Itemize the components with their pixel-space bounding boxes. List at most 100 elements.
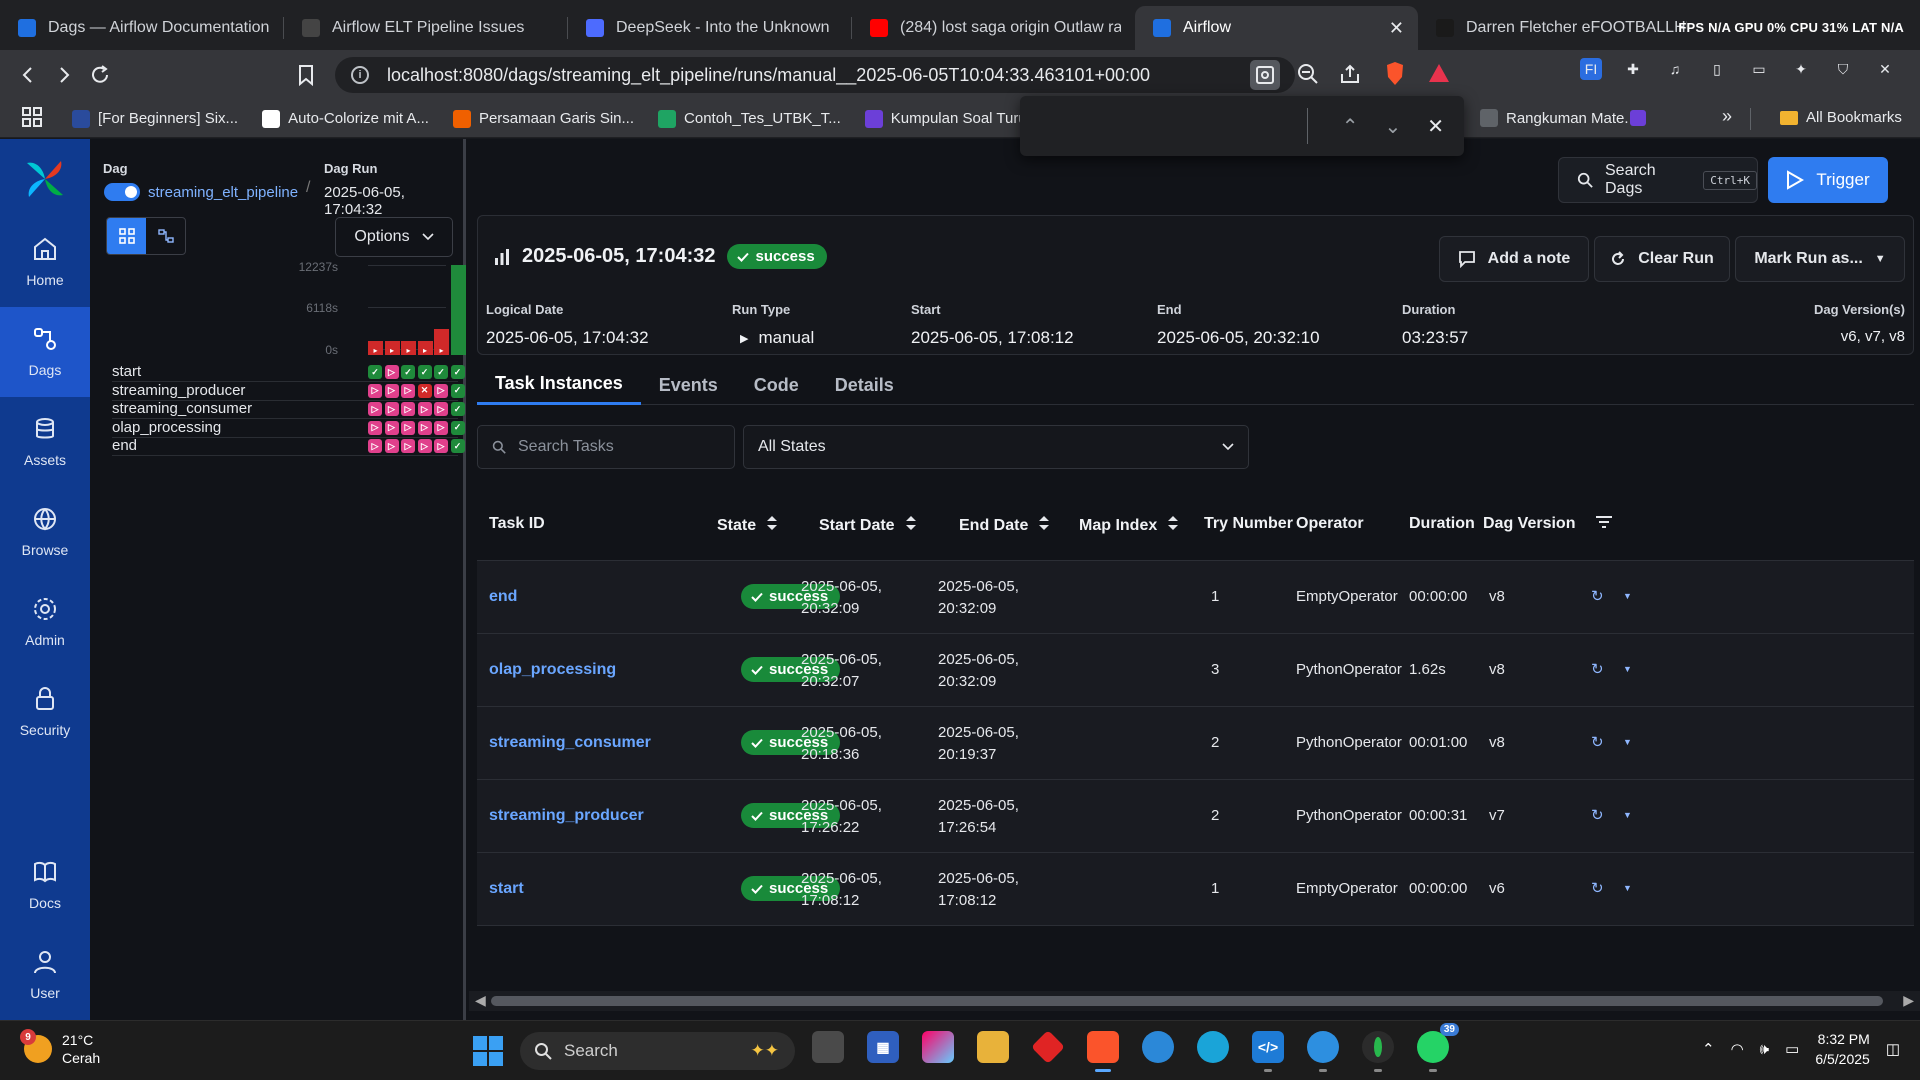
windows-start-icon[interactable] <box>472 1035 504 1072</box>
grid-task-label[interactable]: streaming_consumer <box>112 400 252 417</box>
sidebar-item-assets[interactable]: Assets <box>0 397 90 487</box>
store-icon[interactable]: ▦ <box>867 1031 899 1063</box>
menu-icon[interactable]: ☰ <box>1916 58 1920 80</box>
grid-task-label[interactable]: start <box>112 363 141 380</box>
trigger-button[interactable]: Trigger <box>1768 157 1888 203</box>
browser-tab[interactable]: (284) lost saga origin Outlaw ra <box>852 6 1135 50</box>
address-bar[interactable]: i localhost:8080/dags/streaming_elt_pipe… <box>335 57 1295 93</box>
find-close-icon[interactable]: ✕ <box>1427 114 1444 139</box>
task-instance-cell[interactable]: ✓ <box>450 383 465 398</box>
notifications-icon[interactable]: ◫ <box>1886 1040 1900 1058</box>
search-dags-button[interactable]: Search Dags Ctrl+K <box>1558 157 1758 203</box>
task-instance-cell[interactable]: ✓ <box>417 365 432 379</box>
sidebar-icon[interactable]: ▯ <box>1706 58 1728 80</box>
bookmark-item[interactable]: [For Beginners] Six... <box>72 109 238 128</box>
clear-task-icon[interactable]: ↻ <box>1591 587 1604 605</box>
vscode-icon[interactable]: </> <box>1252 1031 1284 1072</box>
task-instance-cell[interactable]: ▷ <box>434 439 448 453</box>
task-instance-cell[interactable]: ▷ <box>384 420 399 435</box>
column-filter-icon[interactable] <box>1595 515 1613 529</box>
clear-task-icon[interactable]: ↻ <box>1591 733 1604 751</box>
caret-down-icon[interactable]: ▼ <box>1623 664 1632 674</box>
docker-icon[interactable] <box>1307 1031 1339 1072</box>
task-instance-cell[interactable]: ✓ <box>450 439 465 453</box>
run-duration-bar[interactable]: ▸ <box>434 329 449 355</box>
horizontal-scrollbar[interactable]: ◀ ▶ <box>469 991 1920 1011</box>
scroll-left-icon[interactable]: ◀ <box>475 992 486 1009</box>
tab-task-instances[interactable]: Task Instances <box>477 365 641 405</box>
caret-down-icon[interactable]: ▼ <box>1623 810 1632 820</box>
caret-down-icon[interactable]: ▼ <box>1623 591 1632 601</box>
task-id-link[interactable]: streaming_producer <box>489 807 644 825</box>
add-note-button[interactable]: Add a note <box>1439 236 1589 282</box>
task-instance-cell[interactable]: ✓ <box>434 365 448 379</box>
task-instance-cell[interactable]: ▷ <box>368 402 382 416</box>
task-instance-cell[interactable]: ▷ <box>434 420 448 435</box>
weather-widget[interactable]: 9 21°C Cerah <box>20 1029 100 1067</box>
vpn-shield-icon[interactable]: ⛉ <box>1832 58 1854 80</box>
task-instance-cell[interactable]: ▷ <box>417 439 432 453</box>
task-instance-cell[interactable]: ✓ <box>401 365 415 379</box>
task-instance-cell[interactable]: ✓ <box>450 420 465 435</box>
more-bookmarks-chevron-icon[interactable]: » <box>1722 106 1732 127</box>
task-view-icon[interactable] <box>812 1031 844 1063</box>
sidebar-item-user[interactable]: User <box>0 930 90 1020</box>
file-explorer-icon[interactable] <box>977 1031 1009 1063</box>
task-instance-cell[interactable]: ▷ <box>417 420 432 435</box>
copilot-icon[interactable] <box>922 1031 954 1063</box>
tab-events[interactable]: Events <box>641 365 736 405</box>
task-id-link[interactable]: start <box>489 880 524 898</box>
music-icon[interactable]: ♫ <box>1664 58 1686 80</box>
task-instance-cell[interactable]: ✓ <box>450 402 465 416</box>
reload-button[interactable] <box>82 57 118 93</box>
leo-ai-icon[interactable]: ✦ <box>1790 58 1812 80</box>
sidebar-item-security[interactable]: Security <box>0 667 90 757</box>
task-instance-cell[interactable]: ▷ <box>384 439 399 453</box>
find-next-icon[interactable]: ⌄ <box>1384 114 1401 139</box>
grid-task-label[interactable]: olap_processing <box>112 419 221 436</box>
wallet-icon[interactable]: ▭ <box>1748 58 1770 80</box>
mongodb-compass-icon[interactable] <box>1362 1031 1394 1072</box>
graph-view-button[interactable] <box>146 218 185 254</box>
bookmark-item[interactable]: Kumpulan Soal Turu... <box>864 109 1039 128</box>
dag-pause-toggle[interactable] <box>104 183 140 201</box>
bookmark-list-icon[interactable] <box>1630 110 1646 126</box>
scroll-right-icon[interactable]: ▶ <box>1903 992 1914 1009</box>
dag-breadcrumb-link[interactable]: streaming_elt_pipeline <box>148 184 298 201</box>
task-instance-cell[interactable]: ✓ <box>368 365 382 379</box>
sidebar-item-dags[interactable]: Dags <box>0 307 90 397</box>
browser-tab[interactable]: Dags — Airflow Documentation <box>0 6 283 50</box>
clear-task-icon[interactable]: ↻ <box>1591 660 1604 678</box>
caret-down-icon[interactable]: ▼ <box>1623 883 1632 893</box>
browser-tab[interactable]: Darren Fletcher eFOOTBALLHUB <box>1418 6 1701 50</box>
grid-task-label[interactable]: end <box>112 437 137 454</box>
zoom-button[interactable] <box>1296 62 1320 91</box>
search-tasks-field[interactable] <box>477 425 735 469</box>
wifi-icon[interactable]: ◠ <box>1731 1040 1744 1058</box>
clock[interactable]: 8:32 PM 6/5/2025 <box>1815 1029 1870 1069</box>
column-header[interactable]: Start Date <box>819 515 917 536</box>
task-id-link[interactable]: end <box>489 588 517 606</box>
apps-grid-icon[interactable] <box>22 106 42 131</box>
find-previous-icon[interactable]: ⌃ <box>1342 114 1359 139</box>
brave-rewards-button[interactable] <box>1427 62 1451 89</box>
task-instance-cell[interactable]: ✕ <box>417 383 432 398</box>
search-tasks-input[interactable] <box>518 438 718 456</box>
forward-button[interactable] <box>46 57 82 93</box>
brave-browser-icon[interactable] <box>1087 1031 1119 1072</box>
caret-down-icon[interactable]: ▼ <box>1623 737 1632 747</box>
task-instance-cell[interactable]: ▷ <box>401 420 415 435</box>
task-id-link[interactable]: olap_processing <box>489 661 616 679</box>
site-info-icon[interactable]: i <box>351 66 369 84</box>
sidebar-item-docs[interactable]: Docs <box>0 840 90 930</box>
clear-task-icon[interactable]: ↻ <box>1591 806 1604 824</box>
task-instance-cell[interactable]: ▷ <box>434 402 448 416</box>
task-instance-cell[interactable]: ▷ <box>434 383 448 398</box>
task-instance-cell[interactable]: ▷ <box>401 383 415 398</box>
browser-tab[interactable]: Airflow ✕ <box>1135 6 1418 50</box>
share-button[interactable] <box>1338 62 1362 91</box>
run-duration-bar[interactable]: ▸ <box>417 341 433 355</box>
task-instance-cell[interactable]: ▷ <box>384 365 399 379</box>
bookmark-item[interactable]: Auto-Colorize mit A... <box>262 109 429 128</box>
sidebar-item-browse[interactable]: Browse <box>0 487 90 577</box>
